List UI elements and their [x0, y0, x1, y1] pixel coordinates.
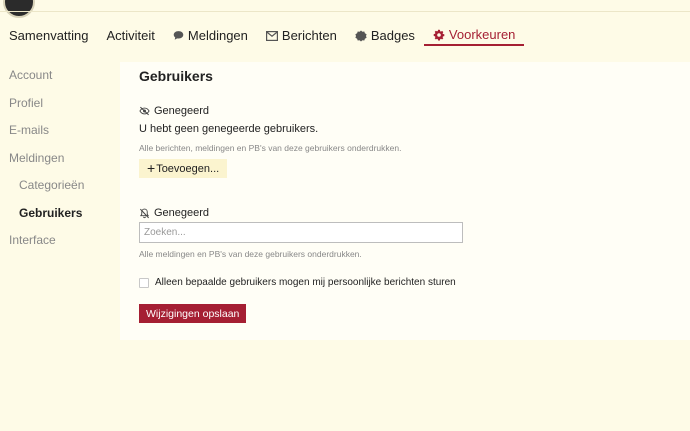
- sidebar-item-meldingen[interactable]: Meldingen: [0, 145, 120, 173]
- sidebar-item-account[interactable]: Account: [0, 62, 120, 90]
- sidebar-item-emails[interactable]: E-mails: [0, 117, 120, 145]
- ignored-hint: Alle berichten, meldingen en PB's van de…: [139, 143, 402, 153]
- muted-hint: Alle meldingen en PB's van deze gebruike…: [139, 249, 362, 259]
- muted-users-search-input[interactable]: [139, 222, 463, 243]
- muted-heading-label: Genegeerd: [154, 207, 210, 219]
- allow-pm-label[interactable]: Alleen bepaalde gebruikers mogen mij per…: [155, 277, 456, 288]
- tab-samenvatting[interactable]: Samenvatting: [0, 20, 98, 46]
- badge-icon: [355, 30, 367, 42]
- ignored-empty-message: U hebt geen genegeerde gebruikers.: [139, 123, 319, 135]
- ignored-heading: Genegeerd: [139, 105, 209, 117]
- speech-bubble-icon: [173, 30, 184, 41]
- preferences-panel: Gebruikers Genegeerd U hebt geen genegee…: [120, 62, 690, 340]
- gear-icon: [433, 29, 445, 41]
- eye-slash-icon: [139, 106, 150, 116]
- envelope-icon: [265, 30, 278, 41]
- user-nav: Samenvatting Activiteit Meldingen Berich…: [0, 20, 525, 46]
- save-changes-button[interactable]: Wijzigingen opslaan: [139, 304, 247, 323]
- page-title: Gebruikers: [139, 68, 213, 84]
- tab-badges[interactable]: Badges: [346, 20, 424, 46]
- ignored-heading-label: Genegeerd: [154, 105, 210, 117]
- tab-label: Badges: [370, 28, 415, 43]
- tab-berichten[interactable]: Berichten: [257, 20, 346, 46]
- sidebar-item-categorieen[interactable]: Categorieën: [0, 172, 120, 200]
- bell-slash-icon: [139, 208, 150, 219]
- tab-voorkeuren[interactable]: Voorkeuren: [423, 20, 525, 46]
- sidebar-item-interface[interactable]: Interface: [0, 227, 120, 255]
- tab-label: Activiteit: [106, 28, 155, 43]
- tab-label: Samenvatting: [9, 28, 89, 43]
- tab-label: Berichten: [281, 28, 337, 43]
- tab-meldingen[interactable]: Meldingen: [164, 20, 257, 46]
- sidebar-item-profiel[interactable]: Profiel: [0, 90, 120, 118]
- tab-activiteit[interactable]: Activiteit: [98, 20, 164, 46]
- preferences-sidebar: Account Profiel E-mails Meldingen Catego…: [0, 62, 120, 255]
- sidebar-item-gebruikers[interactable]: Gebruikers: [0, 200, 120, 228]
- muted-heading: Genegeerd: [139, 207, 209, 219]
- header-divider: [0, 11, 690, 12]
- tab-label: Meldingen: [187, 28, 248, 43]
- add-ignored-user-button[interactable]: + Toevoegen...: [139, 159, 228, 178]
- avatar[interactable]: [3, 0, 35, 18]
- allow-pm-row: Alleen bepaalde gebruikers mogen mij per…: [139, 277, 456, 288]
- add-button-label: Toevoegen...: [156, 162, 220, 175]
- allow-pm-checkbox[interactable]: [139, 277, 149, 288]
- tab-label: Voorkeuren: [448, 27, 516, 42]
- plus-icon: +: [147, 160, 156, 176]
